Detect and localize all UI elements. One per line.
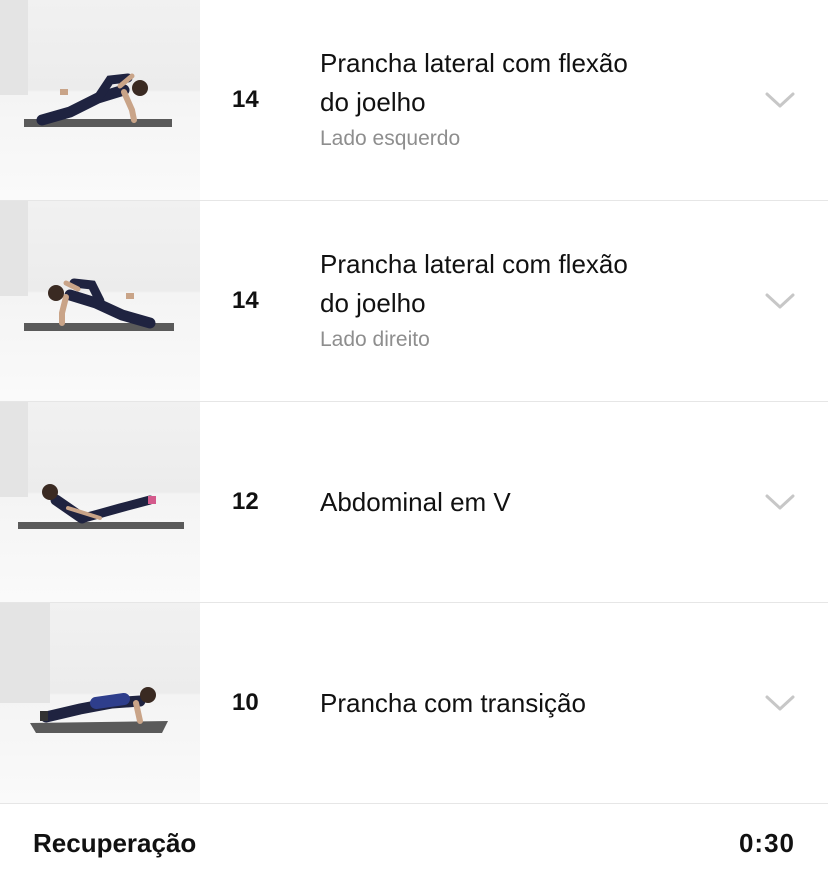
exercise-info: Prancha lateral com flexão do joelho Lad…	[320, 245, 680, 357]
exercise-thumbnail	[0, 603, 200, 803]
exercise-thumbnail	[0, 402, 200, 602]
chevron-down-icon[interactable]	[764, 291, 796, 311]
exercise-title-line2: do joelho	[320, 288, 426, 318]
exercise-info: Abdominal em V	[320, 483, 680, 522]
recovery-label: Recuperação	[33, 827, 197, 858]
exercise-row[interactable]: 10 Prancha com transição	[0, 603, 828, 804]
reps-count: 14	[232, 86, 259, 113]
exercise-title-line2: do joelho	[320, 87, 426, 117]
exercise-row[interactable]: 14 Prancha lateral com flexão do joelho …	[0, 201, 828, 402]
exercise-info: Prancha lateral com flexão do joelho Lad…	[320, 44, 680, 156]
chevron-down-icon[interactable]	[764, 90, 796, 110]
exercise-title-line1: Prancha lateral com flexão	[320, 249, 628, 279]
side-plank-knee-right-figure	[0, 201, 174, 331]
plank-transition-figure	[0, 603, 168, 733]
exercise-title: Prancha com transição	[320, 687, 586, 718]
exercise-row[interactable]: 14 Prancha lateral com flexão do joelho …	[0, 0, 828, 201]
v-up-figure	[0, 402, 184, 529]
exercise-title-line1: Prancha lateral com flexão	[320, 48, 628, 78]
exercise-subtitle: Lado esquerdo	[320, 127, 461, 150]
exercise-title: Abdominal em V	[320, 486, 511, 517]
exercise-info: Prancha com transição	[320, 684, 680, 723]
reps-count: 10	[232, 689, 259, 716]
reps-count: 12	[232, 488, 259, 515]
exercise-thumbnail	[0, 0, 200, 200]
side-plank-knee-left-figure	[0, 0, 172, 127]
exercise-thumbnail	[0, 201, 200, 401]
exercise-row[interactable]: 12 Abdominal em V	[0, 402, 828, 603]
recovery-bar: Recuperação 0:30	[0, 803, 828, 883]
chevron-down-icon[interactable]	[764, 492, 796, 512]
reps-count: 14	[232, 287, 259, 314]
exercise-list: 14 Prancha lateral com flexão do joelho …	[0, 0, 828, 804]
exercise-subtitle: Lado direito	[320, 328, 430, 351]
recovery-time: 0:30	[738, 827, 795, 858]
chevron-down-icon[interactable]	[764, 693, 796, 713]
